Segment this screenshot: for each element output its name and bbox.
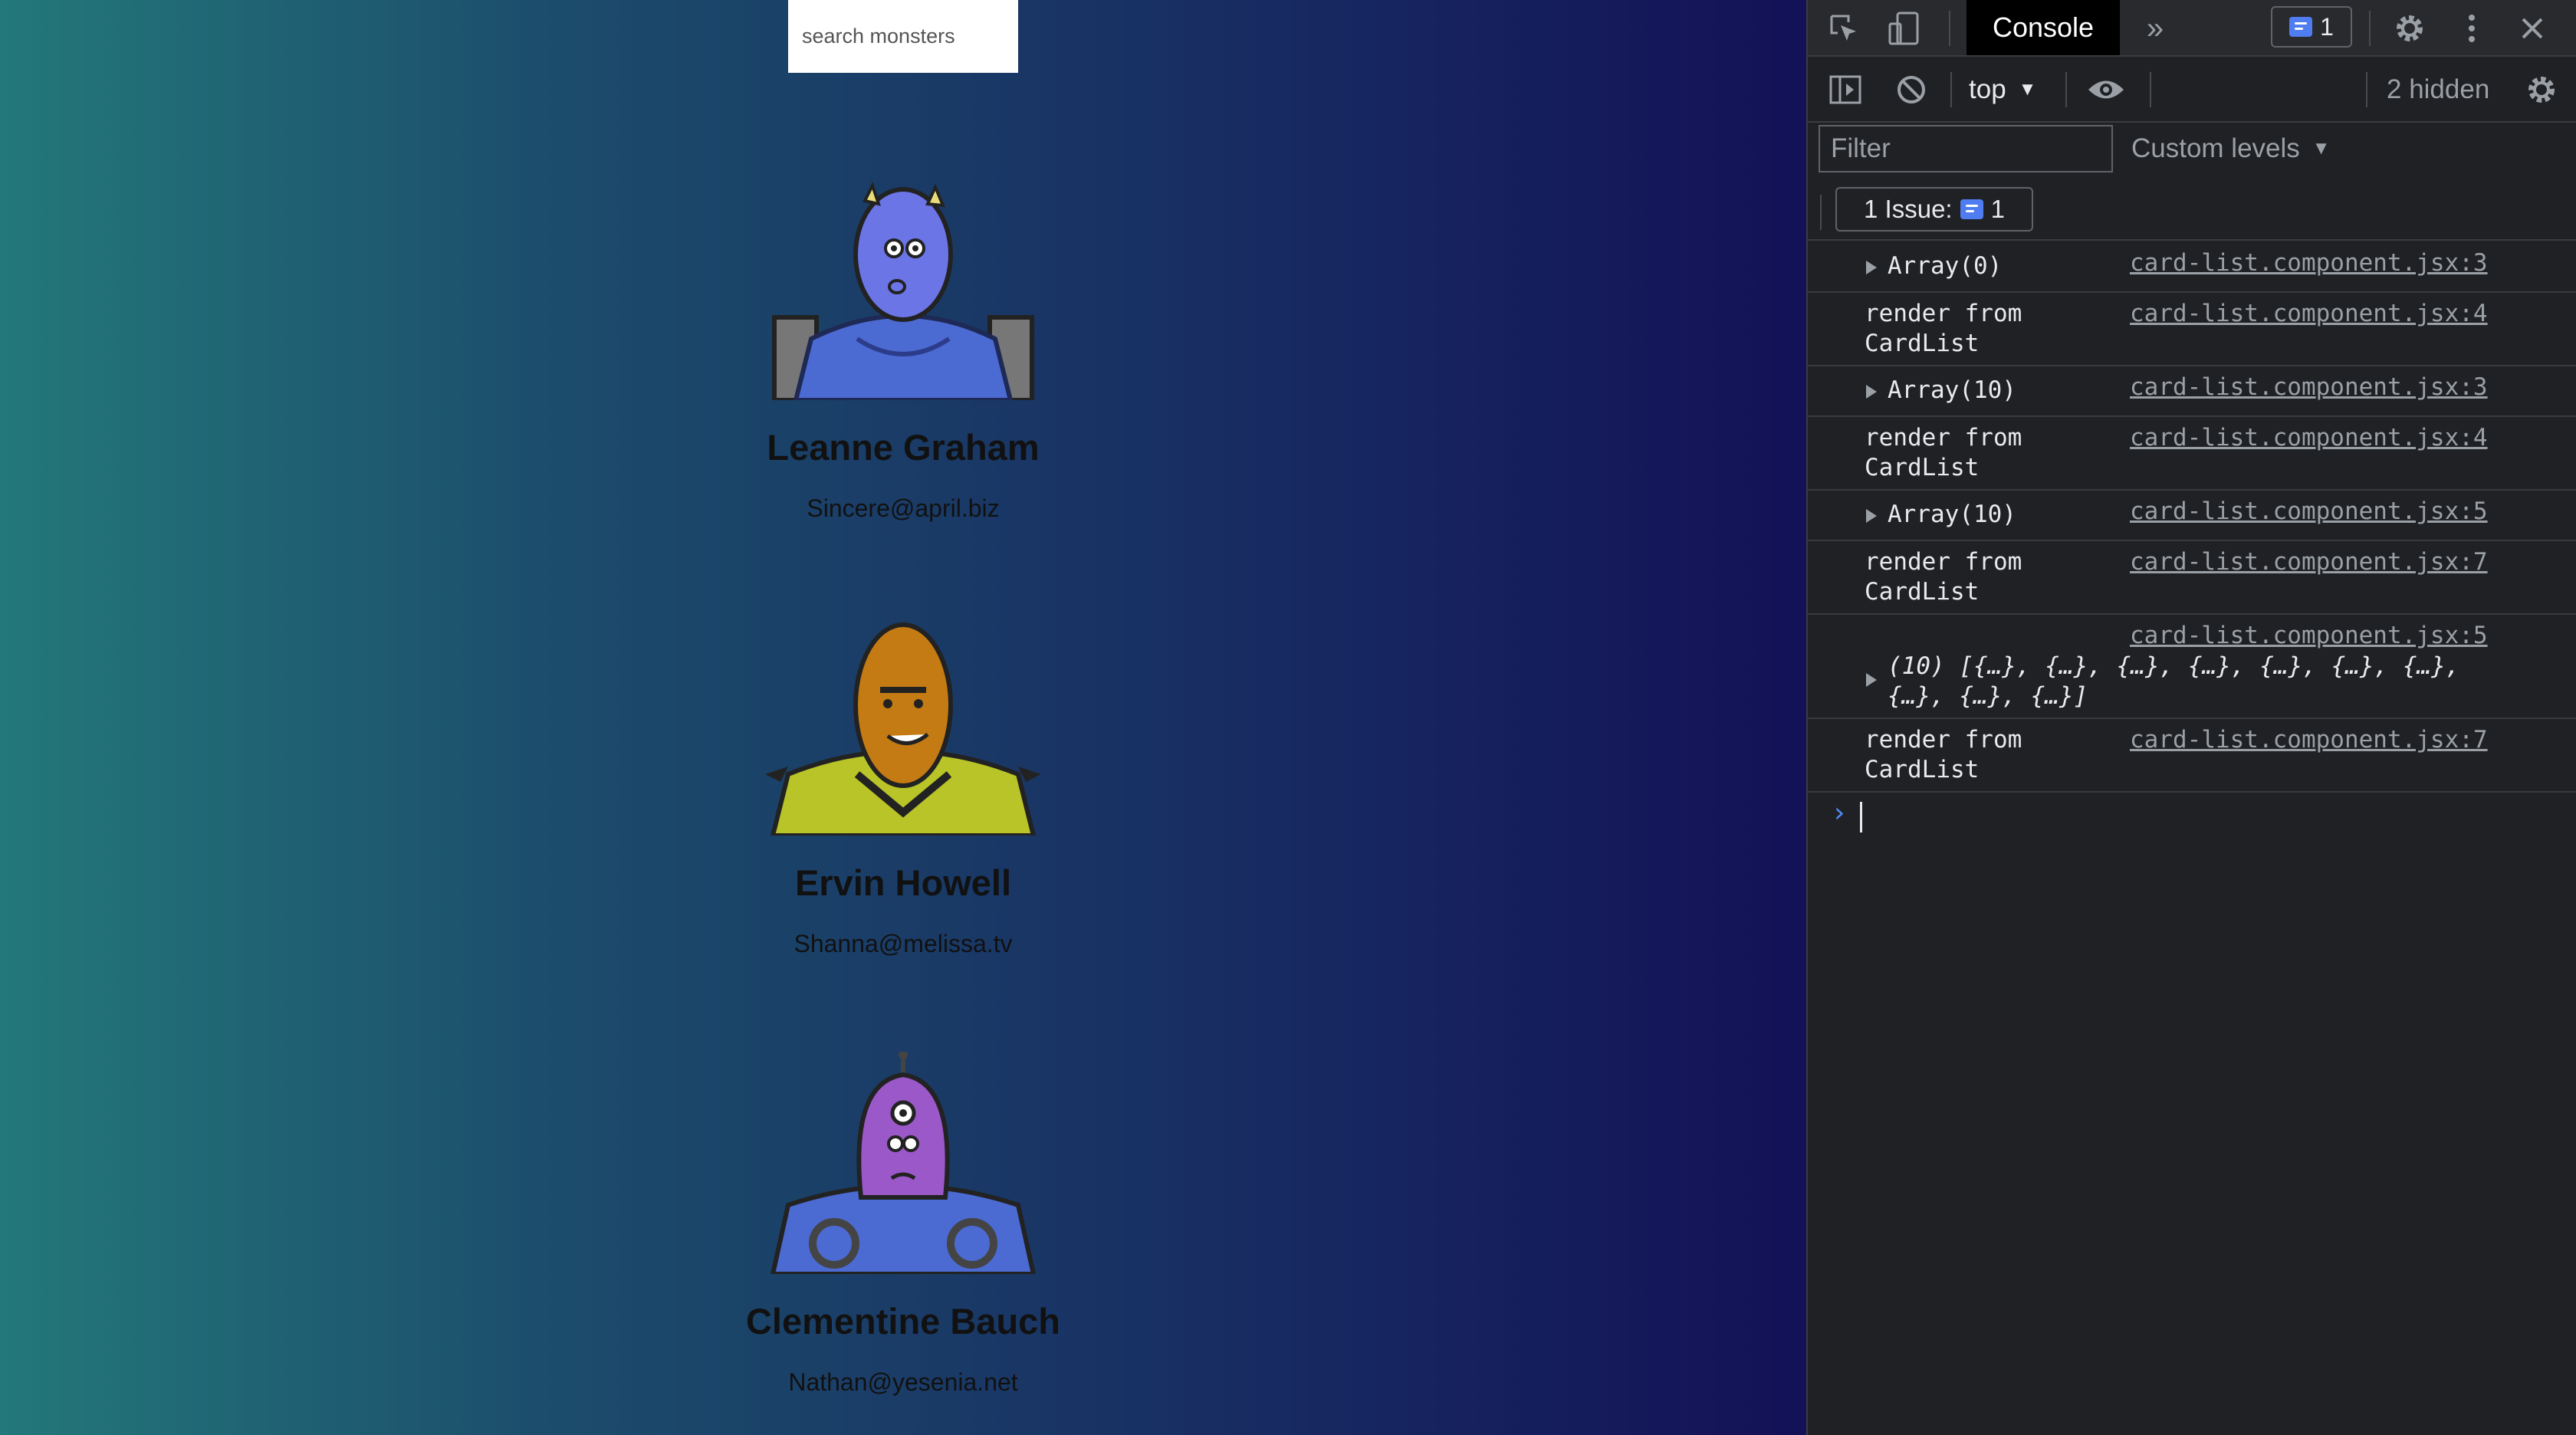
- issues-badge-count: 1: [1990, 195, 2005, 223]
- monster-email: Shanna@melissa.tv: [794, 930, 1013, 957]
- gear-icon[interactable]: [2390, 9, 2429, 48]
- message-icon: [2289, 17, 2313, 37]
- hidden-messages-count: 2 hidden: [2387, 74, 2490, 104]
- issues-counter-badge[interactable]: 1: [2271, 6, 2352, 48]
- search-input[interactable]: [788, 0, 1018, 73]
- monster-card[interactable]: Leanne Graham Sincere@april.biz: [690, 178, 1116, 523]
- issues-button[interactable]: 1 Issue: 1: [1835, 187, 2033, 232]
- console-settings-gear-icon[interactable]: [2522, 71, 2561, 109]
- clear-console-icon[interactable]: [1892, 71, 1930, 109]
- console-message[interactable]: Array(10) card-list.component.jsx:3: [1808, 366, 2576, 417]
- monster-avatar-image: [765, 622, 1041, 836]
- console-message[interactable]: Array(10) card-list.component.jsx:5: [1808, 491, 2576, 541]
- console-message[interactable]: render from CardList card-list.component…: [1808, 417, 2576, 491]
- source-link[interactable]: card-list.component.jsx:7: [2130, 725, 2488, 755]
- message-text: render from CardList: [1865, 548, 2022, 606]
- custom-levels-dropdown[interactable]: Custom levels ▼: [2131, 125, 2331, 172]
- source-link[interactable]: card-list.component.jsx:5: [2130, 497, 2488, 527]
- chevron-down-icon: ▼: [2018, 79, 2037, 100]
- issues-label: 1 Issue:: [1864, 195, 1953, 223]
- monster-name: Clementine Bauch: [745, 1301, 1061, 1341]
- message-text: render from CardList: [1865, 300, 2022, 357]
- console-message[interactable]: render from CardList card-list.component…: [1808, 719, 2576, 793]
- tab-console[interactable]: Console: [1967, 0, 2120, 55]
- message-text: render from CardList: [1865, 424, 2022, 481]
- eye-icon[interactable]: [2085, 71, 2127, 109]
- separator: [2366, 72, 2367, 107]
- issues-count: 1: [2320, 12, 2334, 41]
- monster-avatar-image: [770, 1052, 1037, 1274]
- console-prompt-chevron-icon: ›: [1831, 797, 1848, 829]
- devtools-tab-bar: Console » 1: [1808, 0, 2576, 57]
- source-link[interactable]: card-list.component.jsx:3: [2130, 373, 2488, 402]
- chevron-down-icon: ▼: [2312, 138, 2331, 159]
- monster-email: Sincere@april.biz: [807, 494, 1000, 522]
- source-link[interactable]: card-list.component.jsx:3: [2130, 248, 2488, 278]
- context-selector[interactable]: top ▼: [1969, 57, 2036, 123]
- custom-levels-label: Custom levels: [2131, 133, 2300, 163]
- inspect-element-icon[interactable]: [1825, 9, 1863, 48]
- context-label: top: [1969, 74, 2006, 104]
- separator: [2369, 11, 2371, 46]
- console-message[interactable]: card-list.component.jsx:5 (10) [{…}, {…}…: [1808, 615, 2576, 719]
- console-toolbar: top ▼ 2 hidden: [1808, 57, 2576, 123]
- expand-triangle-icon[interactable]: [1866, 509, 1877, 523]
- console-message[interactable]: Array(0) card-list.component.jsx:3: [1808, 242, 2576, 293]
- kebab-menu-icon[interactable]: [2456, 9, 2487, 48]
- more-tabs-chevron-icon[interactable]: »: [2136, 9, 2174, 48]
- source-link[interactable]: card-list.component.jsx:7: [2130, 547, 2488, 577]
- monster-avatar-image: [772, 181, 1034, 400]
- monster-name: Ervin Howell: [794, 862, 1012, 903]
- console-message[interactable]: render from CardList card-list.component…: [1808, 541, 2576, 615]
- expand-triangle-icon[interactable]: [1866, 385, 1877, 399]
- device-toolbar-icon[interactable]: [1884, 9, 1923, 48]
- devtools-panel: Console » 1 top ▼ 2 hidden Filter Custom…: [1806, 0, 2576, 1435]
- source-link[interactable]: card-list.component.jsx:4: [2130, 423, 2488, 453]
- console-message[interactable]: render from CardList card-list.component…: [1808, 293, 2576, 366]
- separator: [1950, 72, 1952, 107]
- expand-triangle-icon[interactable]: [1866, 673, 1877, 687]
- message-text: Array(10): [1888, 376, 2016, 404]
- close-icon[interactable]: [2513, 9, 2551, 48]
- monster-name: Leanne Graham: [767, 427, 1040, 468]
- message-icon: [1960, 199, 1983, 219]
- separator: [2065, 72, 2067, 107]
- source-link[interactable]: card-list.component.jsx:5: [2130, 621, 2488, 651]
- console-input[interactable]: [1860, 802, 1862, 832]
- expand-triangle-icon[interactable]: [1866, 261, 1877, 274]
- message-text: render from CardList: [1865, 726, 2022, 783]
- monster-email: Nathan@yesenia.net: [788, 1368, 1018, 1396]
- monster-card[interactable]: Clementine Bauch Nathan@yesenia.net: [690, 1052, 1116, 1397]
- separator: [1949, 11, 1950, 46]
- app-page: Leanne Graham Sincere@april.biz Ervin Ho…: [0, 0, 1806, 1435]
- message-text: Array(10): [1888, 501, 2016, 528]
- separator: [2150, 72, 2151, 107]
- separator: [1820, 195, 1822, 230]
- filter-input[interactable]: [1819, 125, 2113, 172]
- sidebar-toggle-icon[interactable]: [1826, 71, 1865, 109]
- source-link[interactable]: card-list.component.jsx:4: [2130, 299, 2488, 329]
- message-text: (10) [{…}, {…}, {…}, {…}, {…}, {…}, {…},…: [1888, 652, 2460, 710]
- message-text: Array(0): [1888, 252, 2003, 280]
- monster-card[interactable]: Ervin Howell Shanna@melissa.tv: [690, 613, 1116, 958]
